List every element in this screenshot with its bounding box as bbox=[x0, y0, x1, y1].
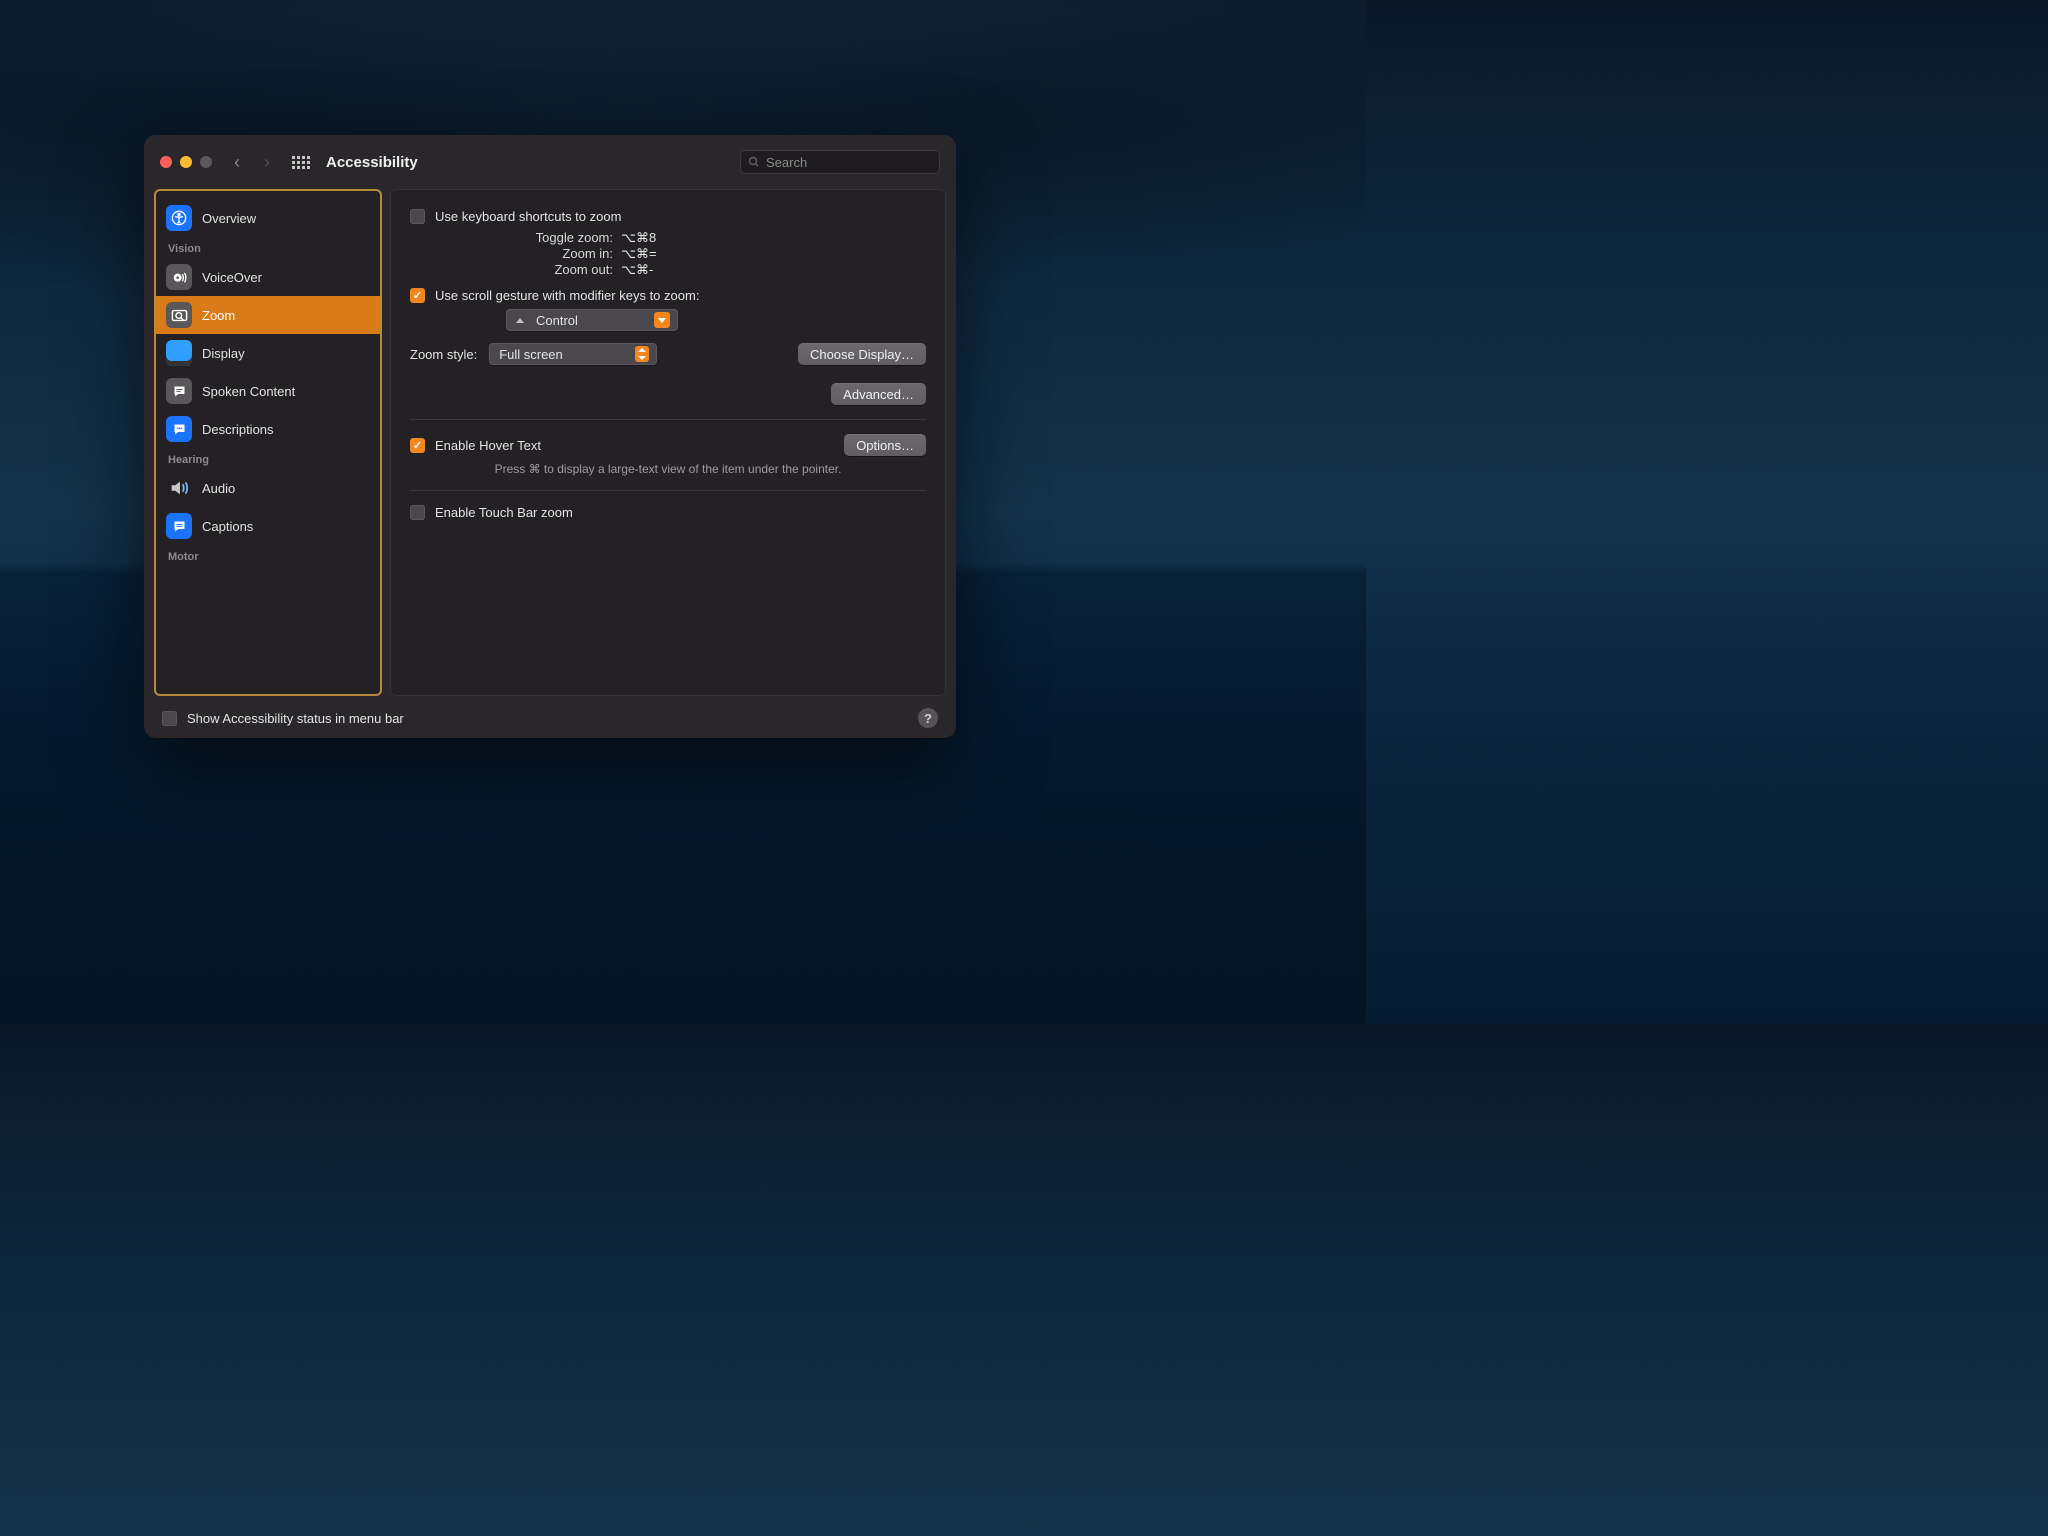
use-scroll-gesture-checkbox[interactable] bbox=[410, 288, 425, 303]
sidebar-item-descriptions[interactable]: Descriptions bbox=[156, 410, 380, 448]
sidebar-item-voiceover[interactable]: VoiceOver bbox=[156, 258, 380, 296]
sidebar-item-spoken-content[interactable]: Spoken Content bbox=[156, 372, 380, 410]
content-pane: Use keyboard shortcuts to zoom Toggle zo… bbox=[390, 189, 946, 696]
shortcut-list: Toggle zoom:⌥⌘8 Zoom in:⌥⌘= Zoom out:⌥⌘- bbox=[410, 230, 926, 278]
voiceover-icon bbox=[166, 264, 192, 290]
enable-touch-bar-zoom-label: Enable Touch Bar zoom bbox=[435, 505, 573, 520]
hover-text-hint: Press ⌘ to display a large-text view of … bbox=[410, 462, 926, 476]
sidebar-item-label: Audio bbox=[202, 481, 235, 496]
show-status-menubar-checkbox[interactable] bbox=[162, 711, 177, 726]
search-field[interactable]: Search bbox=[740, 150, 940, 174]
sidebar-item-label: Overview bbox=[202, 211, 256, 226]
zoom-icon bbox=[166, 302, 192, 328]
use-scroll-gesture-label: Use scroll gesture with modifier keys to… bbox=[435, 288, 699, 303]
speaker-icon bbox=[166, 475, 192, 501]
choose-display-button[interactable]: Choose Display… bbox=[798, 343, 926, 365]
sidebar-item-captions[interactable]: Captions bbox=[156, 507, 380, 545]
advanced-button[interactable]: Advanced… bbox=[831, 383, 926, 405]
zoom-style-popup[interactable]: Full screen bbox=[489, 343, 657, 365]
sidebar-item-label: VoiceOver bbox=[202, 270, 262, 285]
show-status-menubar-label: Show Accessibility status in menu bar bbox=[187, 711, 404, 726]
descriptions-icon bbox=[166, 416, 192, 442]
control-key-icon bbox=[516, 318, 524, 323]
sidebar-item-zoom[interactable]: Zoom bbox=[156, 296, 380, 334]
show-all-button[interactable] bbox=[292, 156, 310, 169]
sidebar-group-vision: Vision bbox=[156, 237, 380, 258]
sidebar-item-overview[interactable]: Overview bbox=[156, 199, 380, 237]
sidebar-item-audio[interactable]: Audio bbox=[156, 469, 380, 507]
enable-hover-text-label: Enable Hover Text bbox=[435, 438, 541, 453]
minimize-window-button[interactable] bbox=[180, 156, 192, 168]
stepper-arrows-icon bbox=[635, 346, 649, 362]
modifier-key-value: Control bbox=[536, 313, 578, 328]
sidebar-item-label: Display bbox=[202, 346, 245, 361]
enable-hover-text-checkbox[interactable] bbox=[410, 438, 425, 453]
chevron-down-icon bbox=[654, 312, 670, 328]
window-controls bbox=[160, 156, 212, 168]
use-keyboard-shortcuts-checkbox[interactable] bbox=[410, 209, 425, 224]
back-button[interactable]: ‹ bbox=[234, 152, 240, 173]
display-icon bbox=[166, 340, 192, 366]
sidebar[interactable]: Overview Vision VoiceOver Zoom bbox=[154, 189, 382, 696]
hover-text-options-button[interactable]: Options… bbox=[844, 434, 926, 456]
forward-button[interactable]: › bbox=[264, 152, 270, 173]
sidebar-item-label: Spoken Content bbox=[202, 384, 295, 399]
sidebar-group-hearing: Hearing bbox=[156, 448, 380, 469]
speech-bubble-icon bbox=[166, 378, 192, 404]
enable-touch-bar-zoom-checkbox[interactable] bbox=[410, 505, 425, 520]
sidebar-item-label: Zoom bbox=[202, 308, 235, 323]
pane-title: Accessibility bbox=[326, 154, 418, 171]
close-window-button[interactable] bbox=[160, 156, 172, 168]
use-keyboard-shortcuts-label: Use keyboard shortcuts to zoom bbox=[435, 209, 621, 224]
accessibility-icon bbox=[166, 205, 192, 231]
sidebar-item-label: Descriptions bbox=[202, 422, 274, 437]
zoom-window-button[interactable] bbox=[200, 156, 212, 168]
modifier-key-popup[interactable]: Control bbox=[506, 309, 678, 331]
zoom-style-value: Full screen bbox=[499, 347, 563, 362]
preferences-window: ‹ › Accessibility Search Overview Vision bbox=[144, 135, 956, 738]
search-placeholder: Search bbox=[766, 155, 807, 170]
sidebar-item-display[interactable]: Display bbox=[156, 334, 380, 372]
sidebar-group-motor: Motor bbox=[156, 545, 380, 566]
sidebar-item-label: Captions bbox=[202, 519, 253, 534]
captions-icon bbox=[166, 513, 192, 539]
zoom-style-label: Zoom style: bbox=[410, 347, 477, 362]
titlebar: ‹ › Accessibility Search bbox=[144, 135, 956, 189]
help-button[interactable]: ? bbox=[918, 708, 938, 728]
search-icon bbox=[748, 156, 760, 168]
